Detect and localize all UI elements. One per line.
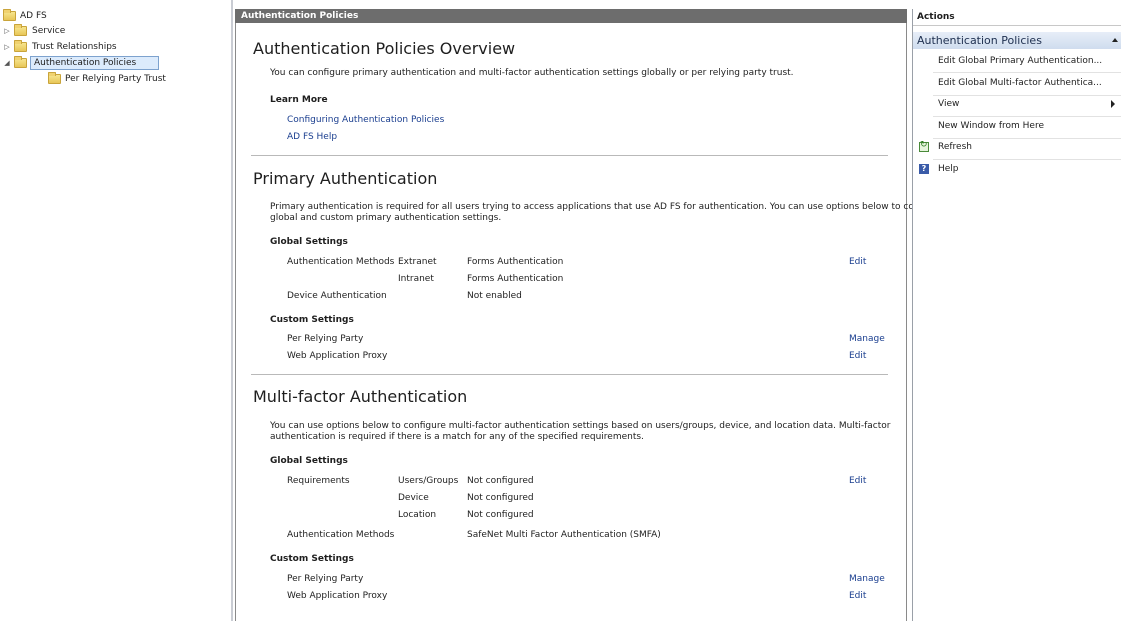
folder-icon <box>14 24 27 36</box>
center-body: Authentication Policies Overview You can… <box>235 23 946 621</box>
device-label: Device <box>398 493 429 503</box>
tree-item-per-relying-party-trust[interactable]: Per Relying Party Trust <box>48 72 208 86</box>
expand-arrow-icon[interactable]: ▷ <box>3 24 11 38</box>
action-view-label: View <box>938 99 960 109</box>
folder-icon <box>3 9 16 21</box>
users-groups-value: Not configured <box>467 476 534 486</box>
mfa-description-1: You can use options below to configure m… <box>270 421 891 431</box>
section-divider <box>251 155 888 156</box>
tree-item-trust-relationships[interactable]: ▷ Trust Relationships <box>3 40 163 54</box>
mfa-per-rp-manage-link[interactable]: Manage <box>849 574 885 584</box>
intranet-label: Intranet <box>398 274 434 284</box>
action-divider <box>933 138 1121 139</box>
mfa-wap-edit-link[interactable]: Edit <box>849 591 866 601</box>
tree-item-label: Per Relying Party Trust <box>65 74 166 84</box>
mfa-per-rp-label: Per Relying Party <box>287 574 364 584</box>
primary-auth-description-2: global and custom primary authentication… <box>270 213 502 223</box>
action-help[interactable]: Help <box>938 162 959 176</box>
folder-icon <box>14 40 27 52</box>
mfa-custom-settings-heading: Custom Settings <box>270 554 354 564</box>
device-auth-label: Device Authentication <box>287 291 387 301</box>
mfa-auth-methods-value: SafeNet Multi Factor Authentication (SMF… <box>467 530 661 540</box>
section-divider <box>251 374 888 375</box>
link-adfs-help[interactable]: AD FS Help <box>287 132 337 142</box>
mfa-auth-methods-label: Authentication Methods <box>287 530 395 540</box>
location-value: Not configured <box>467 510 534 520</box>
location-label: Location <box>398 510 437 520</box>
pane-splitter[interactable] <box>231 0 233 621</box>
requirements-label: Requirements <box>287 476 350 486</box>
device-value: Not configured <box>467 493 534 503</box>
action-new-window[interactable]: New Window from Here <box>938 119 1044 133</box>
primary-auth-title: Primary Authentication <box>253 169 438 188</box>
submenu-arrow-icon <box>1111 100 1115 108</box>
primary-per-rp-manage-link[interactable]: Manage <box>849 334 885 344</box>
center-pane: Authentication Policies Authentication P… <box>235 0 946 621</box>
extranet-value: Forms Authentication <box>467 257 564 267</box>
primary-auth-description-1: Primary authentication is required for a… <box>270 202 946 212</box>
learn-more-heading: Learn More <box>270 95 328 105</box>
extranet-label: Extranet <box>398 257 437 267</box>
tree-item-label: Authentication Policies <box>34 58 137 68</box>
collapse-caret-icon[interactable] <box>1112 38 1118 42</box>
mfa-description-2: authentication is required if there is a… <box>270 432 644 442</box>
action-divider <box>933 95 1121 96</box>
overview-description: You can configure primary authentication… <box>270 68 794 78</box>
overview-title: Authentication Policies Overview <box>253 39 516 58</box>
primary-custom-settings-heading: Custom Settings <box>270 315 354 325</box>
actions-section-label: Authentication Policies <box>917 34 1042 47</box>
action-divider <box>933 116 1121 117</box>
refresh-icon <box>919 140 929 152</box>
expand-arrow-icon[interactable]: ▷ <box>3 40 11 54</box>
folder-icon <box>48 72 61 84</box>
action-view[interactable]: View <box>938 97 1118 111</box>
primary-auth-methods-label: Authentication Methods <box>287 257 395 267</box>
action-edit-global-primary-auth[interactable]: Edit Global Primary Authentication... <box>938 54 1102 68</box>
actions-title: Actions <box>913 9 1121 26</box>
tree-item-service[interactable]: ▷ Service <box>3 24 123 38</box>
action-divider <box>933 72 1121 73</box>
tree-item-label: Trust Relationships <box>32 42 117 52</box>
tree-item-label: Service <box>32 26 66 36</box>
action-refresh[interactable]: Refresh <box>938 140 972 154</box>
center-header: Authentication Policies <box>235 9 907 23</box>
intranet-value: Forms Authentication <box>467 274 564 284</box>
mfa-global-edit-link[interactable]: Edit <box>849 476 866 486</box>
tree-item-adfs[interactable]: AD FS <box>3 9 103 23</box>
tree-item-authentication-policies[interactable]: ◢ Authentication Policies <box>3 56 163 70</box>
collapse-arrow-icon[interactable]: ◢ <box>3 56 11 70</box>
primary-global-edit-link[interactable]: Edit <box>849 257 866 267</box>
actions-section-header[interactable]: Authentication Policies <box>913 32 1121 49</box>
actions-pane: Actions Authentication Policies Edit Glo… <box>912 9 1121 621</box>
device-auth-value: Not enabled <box>467 291 522 301</box>
mfa-wap-label: Web Application Proxy <box>287 591 388 601</box>
folder-icon <box>14 56 27 68</box>
link-configuring-auth-policies[interactable]: Configuring Authentication Policies <box>287 115 444 125</box>
tree-item-label: AD FS <box>20 11 47 21</box>
console-tree: AD FS ▷ Service ▷ Trust Relationships ◢ … <box>0 0 229 621</box>
action-divider <box>933 159 1121 160</box>
mfa-title: Multi-factor Authentication <box>253 387 468 406</box>
action-edit-global-mfa[interactable]: Edit Global Multi-factor Authentica... <box>938 76 1102 90</box>
primary-global-settings-heading: Global Settings <box>270 237 348 247</box>
primary-per-rp-label: Per Relying Party <box>287 334 364 344</box>
help-icon: ? <box>919 164 929 174</box>
primary-wap-label: Web Application Proxy <box>287 351 388 361</box>
primary-wap-edit-link[interactable]: Edit <box>849 351 866 361</box>
users-groups-label: Users/Groups <box>398 476 459 486</box>
mfa-global-settings-heading: Global Settings <box>270 456 348 466</box>
